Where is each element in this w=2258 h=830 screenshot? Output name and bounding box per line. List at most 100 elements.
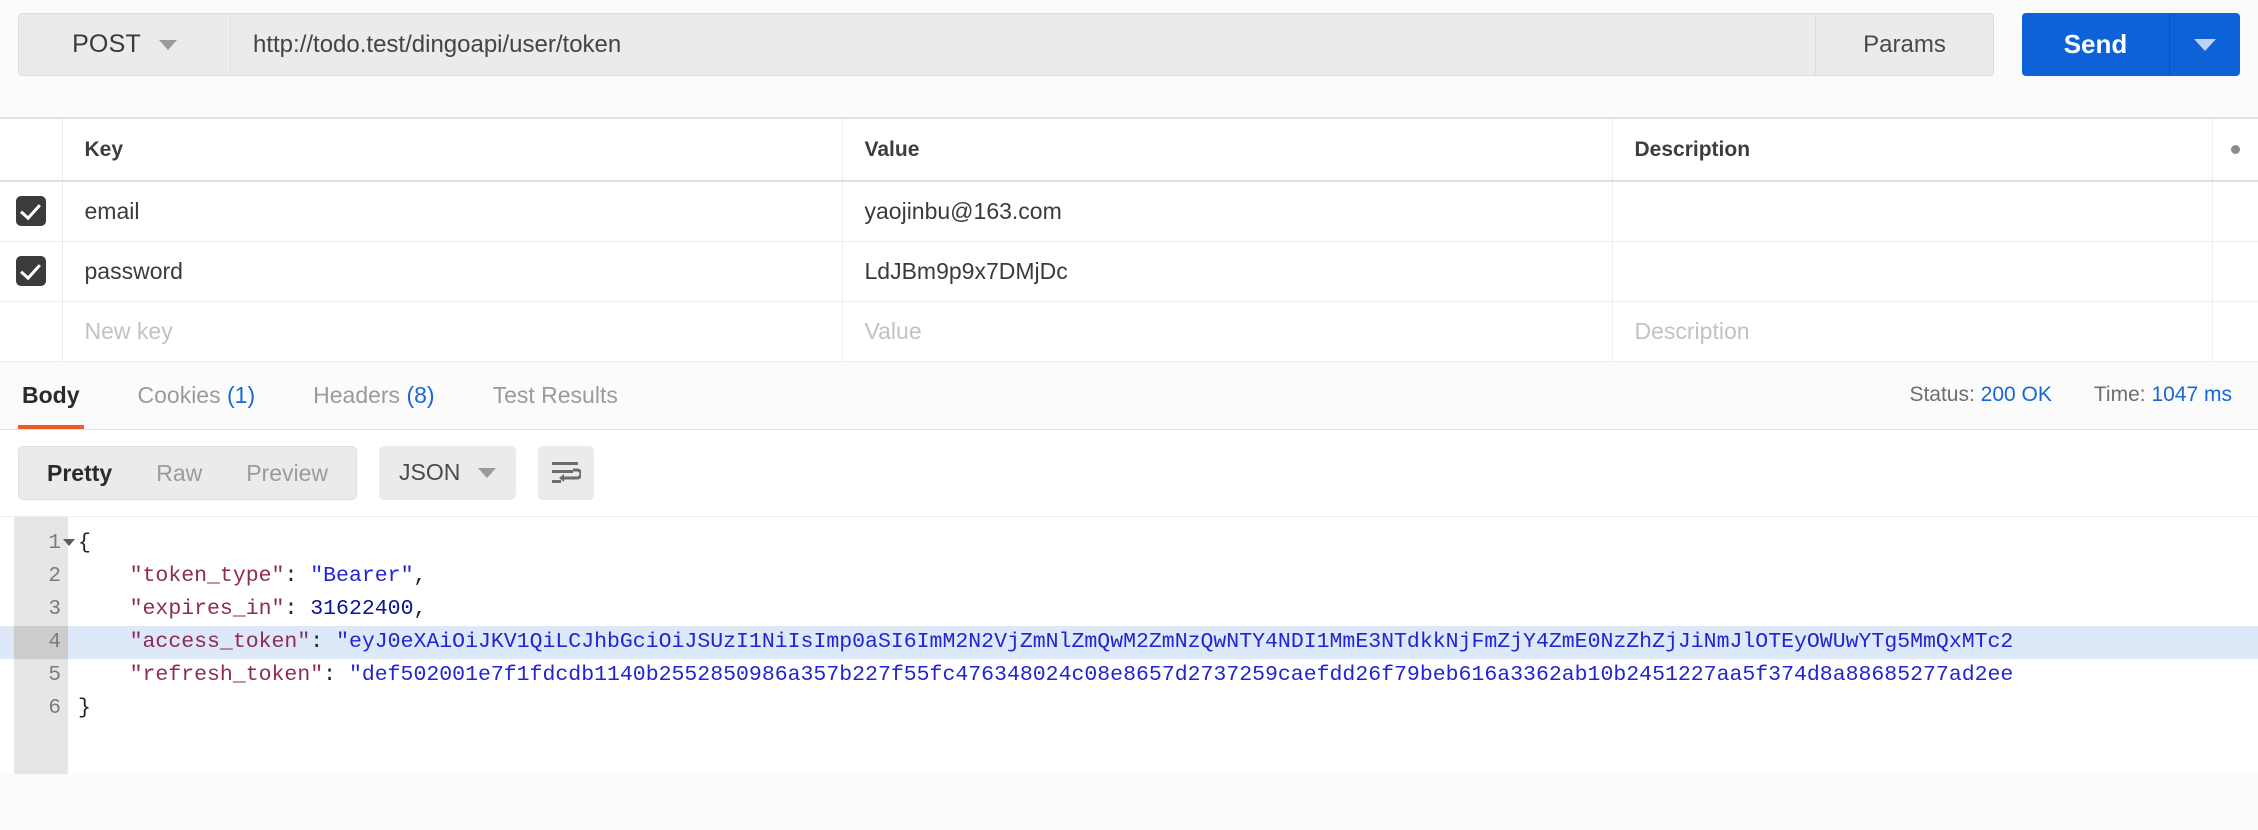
row-value-cell[interactable]: LdJBm9p9x7DMjDc [842, 241, 1613, 302]
params-table-region: Key Value Description email yaojinbu@163… [0, 118, 2258, 362]
row-checkbox-checked[interactable] [15, 196, 46, 227]
code-line: 3 "expires_in": 31622400, [0, 593, 2258, 626]
params-button-label: Params [1863, 30, 1946, 58]
row-checkbox-cell [0, 181, 63, 242]
code-lines: 1{2 "token_type": "Bearer", 3 "expires_in… [0, 517, 2258, 725]
http-method-label: POST [72, 30, 141, 58]
row-checkbox-cell [0, 241, 63, 302]
new-value-placeholder: Value [864, 317, 922, 344]
code-token: } [78, 695, 91, 720]
new-row-description-cell[interactable]: Description [1612, 301, 2213, 362]
new-row-checkbox-cell [0, 301, 63, 362]
code-token: , [413, 563, 427, 588]
url-input-group: POST http://todo.test/dingoapi/user/toke… [18, 13, 1994, 76]
chevron-down-icon [2194, 38, 2216, 51]
new-key-placeholder: New key [84, 317, 173, 344]
code-token: { [78, 530, 91, 555]
header-description-label: Description [1634, 137, 1751, 161]
word-wrap-toggle-button[interactable] [538, 445, 595, 500]
time-value: 1047 ms [2151, 383, 2232, 406]
row-key-cell[interactable]: email [62, 181, 843, 242]
response-meta: Status: 200 OK Time: 1047 ms [1909, 383, 2232, 407]
response-tab-bar: Body Cookies (1) Headers (8) Test Result… [0, 361, 2258, 430]
new-row-value-cell[interactable]: Value [842, 301, 1613, 362]
code-line-text: "refresh_token": "def502001e7f1fdcdb1140… [0, 659, 2014, 692]
bulk-edit-dot-icon [2230, 145, 2240, 154]
view-mode-segmented-control: Pretty Raw Preview [18, 445, 358, 500]
tab-cookies-label: Cookies [137, 382, 221, 408]
response-format-selector[interactable]: JSON [379, 445, 517, 500]
row-value-cell[interactable]: yaojinbu@163.com [842, 181, 1613, 242]
tab-test-results-label: Test Results [492, 382, 618, 408]
row-description-cell[interactable] [1612, 241, 2213, 302]
request-url-input[interactable]: http://todo.test/dingoapi/user/token [231, 14, 1815, 75]
code-token: "access_token" [78, 629, 311, 654]
tab-test-results[interactable]: Test Results [489, 361, 622, 429]
word-wrap-icon [552, 461, 582, 483]
send-options-button[interactable] [2170, 13, 2240, 76]
tab-body-label: Body [22, 382, 80, 408]
request-url-bar: POST http://todo.test/dingoapi/user/toke… [0, 0, 2258, 118]
tab-headers-count: (8) [406, 382, 435, 408]
view-mode-pretty[interactable]: Pretty [25, 447, 134, 499]
row-key-cell[interactable]: password [62, 241, 843, 302]
line-number: 5 [48, 663, 61, 687]
table-row: email yaojinbu@163.com [0, 181, 2258, 242]
code-line: 1{ [0, 527, 2258, 560]
code-token: "token_type" [78, 563, 285, 588]
http-method-selector[interactable]: POST [19, 14, 231, 75]
code-token: "eyJ0eXAiOiJKV1QiLCJhbGciOiJSUzI1NiIsImp… [336, 629, 2014, 654]
params-table: Key Value Description email yaojinbu@163… [0, 119, 2258, 362]
table-row-new: New key Value Description [0, 301, 2258, 362]
bulk-edit-button[interactable] [2212, 119, 2258, 182]
body-view-toolbar: Pretty Raw Preview JSON [0, 429, 2258, 516]
code-line: 5 "refresh_token": "def502001e7f1fdcdb11… [0, 659, 2258, 692]
header-value-label: Value [864, 137, 920, 161]
code-token: : [323, 662, 349, 687]
tab-headers-label: Headers [313, 382, 401, 408]
tab-body[interactable]: Body [18, 361, 84, 429]
new-row-action-cell [2212, 301, 2258, 362]
header-key-label: Key [84, 137, 124, 161]
time-label: Time: [2093, 383, 2146, 406]
code-line: 4 "access_token": "eyJ0eXAiOiJKV1QiLCJhb… [0, 625, 2258, 659]
new-description-placeholder: Description [1634, 317, 1750, 344]
line-number: 4 [14, 625, 68, 659]
code-token: "Bearer" [310, 563, 414, 588]
code-token: "expires_in" [78, 596, 285, 621]
send-button-label: Send [2063, 29, 2128, 59]
response-format-label: JSON [399, 459, 461, 485]
response-body-code-viewer[interactable]: 1{2 "token_type": "Bearer", 3 "expires_in… [0, 515, 2258, 774]
status-badge: Status: 200 OK [1909, 383, 2051, 407]
view-mode-preview[interactable]: Preview [224, 447, 350, 499]
tab-headers[interactable]: Headers (8) [309, 361, 438, 429]
code-token: : [284, 596, 311, 621]
code-fold-triangle-icon[interactable] [63, 538, 75, 546]
line-number: 6 [48, 696, 61, 720]
new-row-key-cell[interactable]: New key [62, 301, 843, 362]
table-header-row: Key Value Description [0, 119, 2258, 182]
send-button[interactable]: Send [2022, 13, 2170, 76]
status-value: 200 OK [1980, 383, 2052, 406]
row-description-cell[interactable] [1612, 181, 2213, 242]
line-number: 1 [48, 531, 61, 555]
row-action-cell [2212, 181, 2258, 242]
view-mode-raw[interactable]: Raw [134, 447, 224, 499]
table-row: password LdJBm9p9x7DMjDc [0, 241, 2258, 302]
code-token: : [284, 563, 311, 588]
header-description: Description [1612, 119, 2213, 182]
header-value: Value [842, 119, 1613, 182]
row-checkbox-checked[interactable] [15, 256, 46, 286]
code-token: 31622400 [310, 596, 414, 621]
code-line: 6} [0, 692, 2258, 725]
chevron-down-icon [158, 39, 177, 50]
header-key: Key [62, 119, 843, 182]
time-badge: Time: 1047 ms [2094, 383, 2232, 407]
tab-cookies[interactable]: Cookies (1) [134, 361, 260, 429]
code-token: "def502001e7f1fdcdb1140b2552850986a357b2… [348, 662, 2014, 687]
row-key-text: password [84, 257, 183, 284]
send-button-group: Send [2022, 13, 2240, 76]
params-button[interactable]: Params [1815, 14, 1993, 75]
code-token: , [413, 596, 427, 621]
line-number: 3 [48, 597, 61, 621]
